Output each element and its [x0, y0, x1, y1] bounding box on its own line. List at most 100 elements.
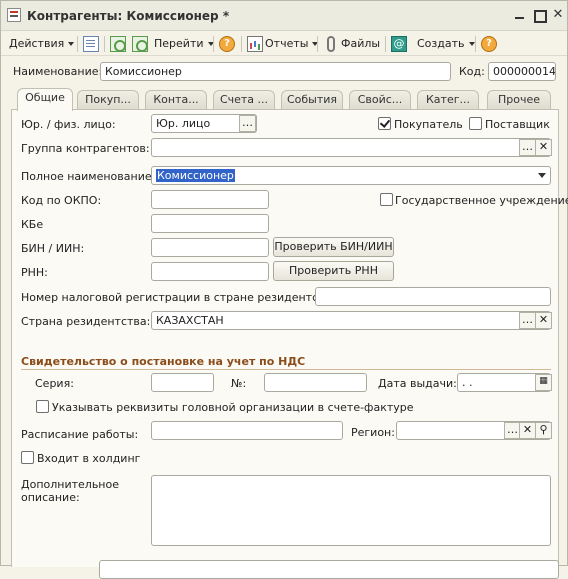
actions-label: Действия: [9, 37, 65, 50]
head-org-label: Указывать реквизиты головной организации…: [52, 401, 414, 414]
holding-label: Входит в холдинг: [37, 452, 141, 465]
email-icon[interactable]: @: [391, 36, 407, 52]
country-input[interactable]: КАЗАХСТАН: [151, 311, 551, 330]
series-input[interactable]: [151, 373, 214, 392]
rnn-input[interactable]: [151, 262, 269, 281]
full-name-input[interactable]: Комиссионер: [151, 166, 551, 185]
vat-section-title: Свидетельство о постановке на учет по НД…: [21, 355, 306, 368]
buyer-checkbox[interactable]: [378, 117, 391, 130]
number-label: №:: [231, 377, 247, 390]
toolbar-separator: [475, 36, 476, 52]
chevron-down-icon: [68, 42, 75, 46]
toolbar-separator: [385, 36, 386, 52]
toolbar: Действия Перейти ? Отчеты Файлы @ Создат…: [1, 32, 567, 56]
tab-properties[interactable]: Свойс...: [349, 90, 411, 109]
country-select-button[interactable]: …: [519, 312, 536, 329]
chevron-down-icon: [468, 42, 475, 46]
create-menu[interactable]: Создать: [417, 34, 475, 54]
full-name-label: Полное наименование:: [21, 170, 156, 183]
files-label: Файлы: [341, 37, 381, 50]
supplier-label: Поставщик: [485, 118, 550, 131]
toolbar-separator: [241, 36, 242, 52]
okpo-label: Код по ОКПО:: [21, 194, 102, 207]
region-clear-button[interactable]: ✕: [519, 422, 536, 439]
description-textarea[interactable]: [151, 475, 551, 546]
kbe-label: КБе: [21, 218, 44, 231]
search-icon[interactable]: ⚲: [535, 422, 552, 439]
refresh-icon[interactable]: [110, 36, 126, 52]
name-input[interactable]: Комиссионер: [100, 62, 451, 81]
maximize-button[interactable]: [531, 7, 547, 23]
toolbar-separator: [104, 36, 105, 52]
minimize-button[interactable]: [512, 7, 528, 23]
help-icon[interactable]: ?: [219, 36, 235, 52]
tab-bar: Общие Покуп... Конта... Счета ... Событи…: [11, 88, 559, 111]
tax-registration-label: Номер налоговой регистрации в стране рез…: [21, 291, 342, 304]
full-name-selected-text: Комиссионер: [156, 169, 235, 182]
code-label: Код:: [459, 65, 485, 78]
group-label: Группа контрагентов:: [21, 142, 150, 155]
region-label: Регион:: [351, 426, 395, 439]
comment-input[interactable]: [99, 560, 559, 579]
country-label: Страна резидентства:: [21, 315, 151, 328]
close-window-button[interactable]: ✕: [550, 7, 566, 23]
check-bin-button[interactable]: Проверить БИН/ИИН: [273, 237, 394, 257]
schedule-label: Расписание работы:: [21, 428, 139, 441]
group-clear-button[interactable]: ✕: [535, 139, 552, 156]
okpo-input[interactable]: [151, 190, 269, 209]
help-icon[interactable]: ?: [481, 36, 497, 52]
description-label: Дополнительное: [21, 478, 119, 491]
toolbar-separator: [213, 36, 214, 52]
actions-menu[interactable]: Действия: [9, 34, 75, 54]
buyer-label: Покупатель: [394, 118, 463, 131]
tab-events[interactable]: События: [281, 90, 343, 109]
section-divider: [21, 369, 551, 370]
goto-label: Перейти: [154, 37, 204, 50]
tab-accounts[interactable]: Счета ...: [213, 90, 275, 109]
reports-label: Отчеты: [265, 37, 309, 50]
entity-type-select-button[interactable]: …: [239, 115, 256, 132]
supplier-checkbox[interactable]: [469, 117, 482, 130]
tax-registration-input[interactable]: [315, 287, 551, 306]
series-label: Серия:: [35, 377, 74, 390]
number-input[interactable]: [264, 373, 367, 392]
holding-checkbox[interactable]: [21, 451, 34, 464]
tab-other[interactable]: Прочее: [487, 90, 551, 109]
bin-label: БИН / ИИН:: [21, 242, 85, 255]
create-label: Создать: [417, 37, 465, 50]
issue-date-label: Дата выдачи:: [378, 377, 457, 390]
window-title: Контрагенты: Комиссионер *: [27, 9, 230, 23]
files-button[interactable]: Файлы: [341, 34, 380, 54]
name-label: Наименование:: [13, 65, 103, 78]
toolbar-separator: [317, 36, 318, 52]
copy-icon[interactable]: [132, 36, 148, 52]
description-label-cont: описание:: [21, 491, 80, 504]
kbe-input[interactable]: [151, 214, 269, 233]
full-name-dropdown-icon[interactable]: [538, 173, 546, 178]
entity-type-label: Юр. / физ. лицо:: [21, 118, 116, 131]
reports-menu[interactable]: Отчеты: [265, 34, 319, 54]
rnn-label: РНН:: [21, 266, 48, 279]
tab-categories[interactable]: Катег...: [417, 90, 479, 109]
gov-institution-label: Государственное учреждение: [395, 194, 568, 207]
code-input[interactable]: 000000014: [488, 62, 556, 81]
calendar-icon[interactable]: ▦: [535, 374, 552, 391]
title-bar: Контрагенты: Комиссионер * ✕: [1, 1, 567, 31]
bin-input[interactable]: [151, 238, 269, 257]
paperclip-icon: [327, 36, 335, 52]
schedule-input[interactable]: [151, 421, 343, 440]
group-input[interactable]: [151, 138, 551, 157]
tab-general[interactable]: Общие: [17, 88, 73, 111]
head-org-checkbox[interactable]: [36, 400, 49, 413]
check-rnn-button[interactable]: Проверить РНН: [273, 261, 394, 281]
goto-menu[interactable]: Перейти: [154, 34, 214, 54]
counterparty-window: Контрагенты: Комиссионер * ✕ Действия Пе…: [0, 0, 568, 579]
tab-contacts[interactable]: Конта...: [145, 90, 207, 109]
reports-icon: [247, 36, 263, 52]
tab-buyers[interactable]: Покуп...: [77, 90, 139, 109]
document-list-icon[interactable]: [83, 36, 99, 52]
gov-institution-checkbox[interactable]: [380, 193, 393, 206]
toolbar-separator: [77, 36, 78, 52]
country-clear-button[interactable]: ✕: [535, 312, 552, 329]
group-select-button[interactable]: …: [519, 139, 536, 156]
